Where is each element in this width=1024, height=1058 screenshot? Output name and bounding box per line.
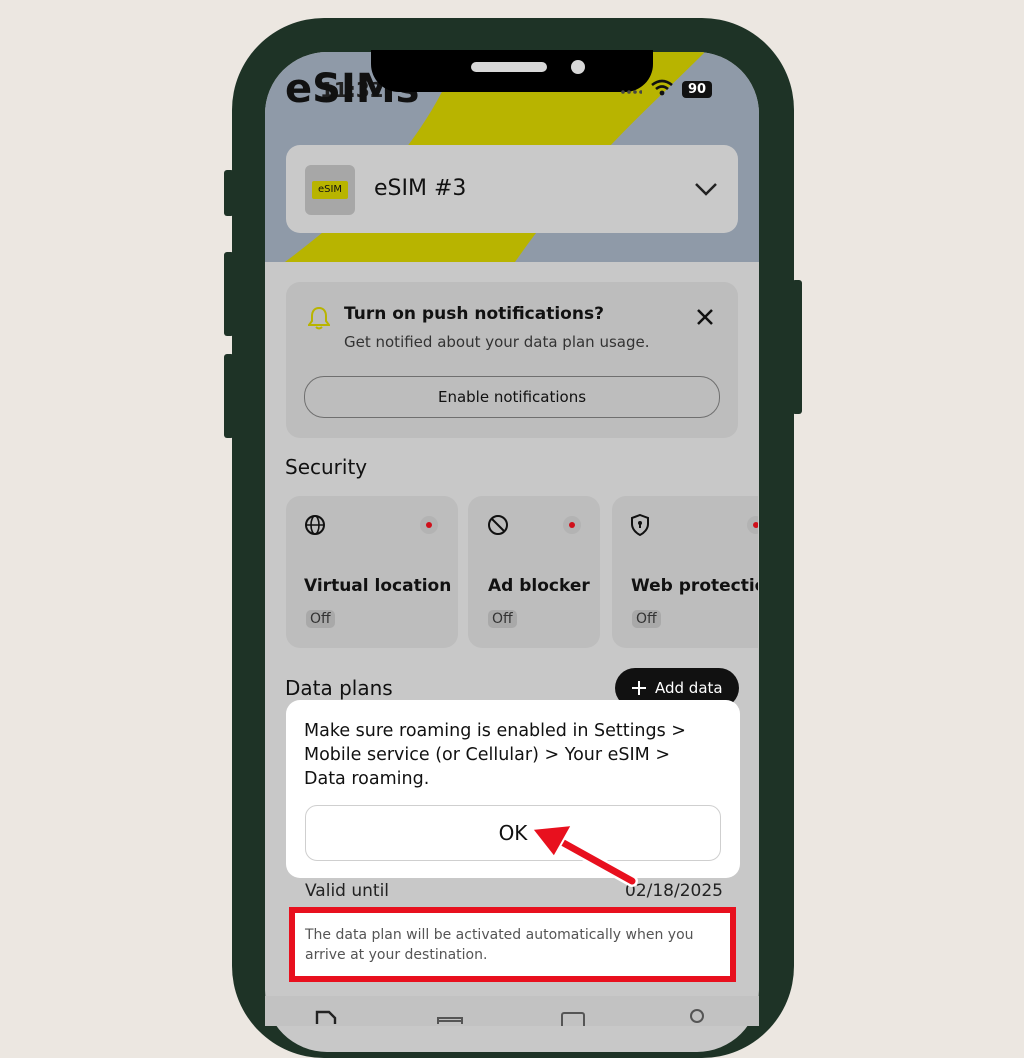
plus-icon (632, 681, 646, 695)
speaker-grille (471, 62, 547, 72)
security-card-virtual-location[interactable]: Virtual location Off (286, 496, 458, 648)
security-card-ad-blocker[interactable]: Ad blocker Off (468, 496, 600, 648)
sim-card-chip: eSIM (312, 181, 348, 199)
valid-until-label: Valid until (305, 881, 390, 901)
close-icon[interactable] (696, 308, 714, 326)
activation-note-highlight: The data plan will be activated automati… (289, 907, 736, 982)
push-notification-card: Turn on push notifications? Get notified… (286, 282, 738, 438)
security-item-label: Web protection (631, 576, 779, 596)
status-badge: Off (306, 610, 335, 628)
dialog-message: Make sure roaming is enabled in Settings… (304, 721, 686, 789)
bell-icon (308, 306, 330, 330)
sim-card-icon: eSIM (305, 165, 355, 215)
bottom-navigation (265, 996, 759, 1026)
status-badge: Off (488, 610, 517, 628)
phone-power-button (792, 280, 802, 414)
esim-selector[interactable]: eSIM eSIM #3 (286, 145, 738, 233)
nav-cards-icon[interactable] (437, 1016, 463, 1026)
block-icon (488, 515, 508, 535)
front-camera (571, 60, 585, 74)
data-plans-heading: Data plans (285, 676, 393, 700)
status-indicator-dot (420, 516, 438, 534)
ok-button[interactable]: OK (305, 805, 721, 861)
activation-note: The data plan will be activated automati… (305, 927, 694, 963)
security-item-label: Ad blocker (488, 576, 590, 596)
signal-icon (621, 90, 642, 94)
security-item-label: Virtual location (304, 576, 452, 596)
chevron-down-icon[interactable] (694, 181, 718, 197)
enable-notifications-button[interactable]: Enable notifications (304, 376, 720, 418)
security-card-web-protection[interactable]: Web protection Off (612, 496, 779, 648)
phone-volume-up-button (224, 252, 234, 336)
status-badge: Off (632, 610, 661, 628)
battery-level: 90 (687, 82, 707, 97)
notification-title: Turn on push notifications? (344, 304, 604, 324)
sim-chip-label: eSIM (317, 184, 343, 195)
security-heading: Security (285, 455, 368, 479)
globe-icon (305, 515, 325, 535)
status-indicator-dot (563, 516, 581, 534)
shield-icon (631, 514, 649, 536)
enable-notifications-label: Enable notifications (437, 388, 587, 406)
phone-side-button (224, 170, 234, 216)
ok-label: OK (498, 821, 528, 845)
nav-profile-icon[interactable] (689, 1008, 705, 1026)
battery-icon: 90 (682, 81, 712, 98)
phone-volume-down-button (224, 354, 234, 438)
notification-description: Get notified about your data plan usage. (344, 333, 650, 351)
wifi-icon (651, 79, 673, 96)
red-arrow-annotation (531, 824, 638, 887)
esim-name: eSIM #3 (374, 176, 467, 201)
